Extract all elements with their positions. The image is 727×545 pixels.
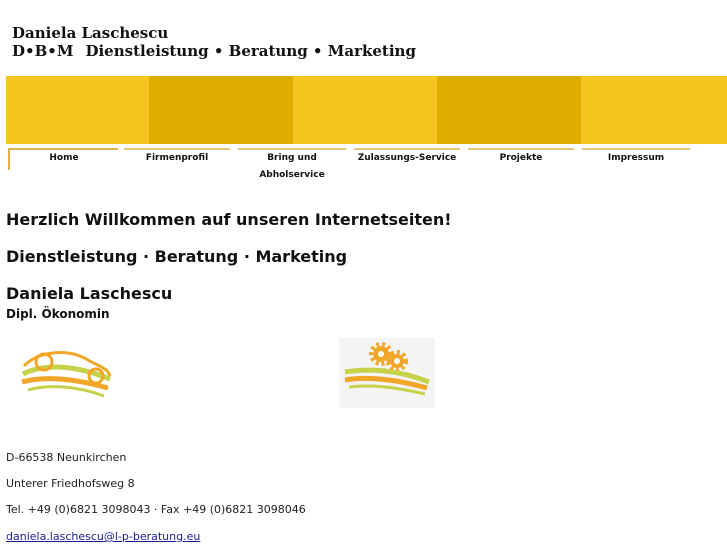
- banner-block: [293, 76, 437, 144]
- welcome-heading: Herzlich Willkommen auf unseren Internet…: [6, 210, 452, 229]
- gears-logo-icon: [339, 338, 435, 408]
- main-nav: Home Firmenprofil Bring und Abholservice…: [6, 148, 727, 180]
- contact-email-link[interactable]: daniela.laschescu@l-p-beratung.eu: [6, 530, 200, 543]
- address-street: Unterer Friedhofsweg 8: [6, 477, 135, 490]
- header-tagline: Dienstleistung • Beratung • Marketing: [85, 42, 416, 60]
- header-banner: [6, 76, 727, 144]
- banner-block: [437, 76, 581, 144]
- header-tagline-line: D•B•M Dienstleistung • Beratung • Marketi…: [12, 42, 416, 60]
- nav-bring-und-abholservice[interactable]: Bring und Abholservice: [238, 148, 346, 180]
- services-heading: Dienstleistung · Beratung · Marketing: [6, 247, 348, 266]
- header-brand: D•B•M: [12, 42, 74, 60]
- site-header: Daniela Laschescu D•B•M Dienstleistung • …: [6, 22, 727, 76]
- nav-zulassungs-service[interactable]: Zulassungs-Service: [354, 148, 460, 170]
- banner-block: [6, 76, 149, 144]
- nav-projekte[interactable]: Projekte: [468, 148, 574, 170]
- nav-firmenprofil[interactable]: Firmenprofil: [124, 148, 230, 170]
- nav-home[interactable]: Home: [8, 148, 118, 170]
- person-name: Daniela Laschescu: [6, 284, 173, 303]
- contact-phone: Tel. +49 (0)6821 3098043 · Fax +49 (0)68…: [6, 503, 306, 516]
- nav-impressum[interactable]: Impressum: [582, 148, 690, 170]
- top-strip: [0, 0, 727, 22]
- header-name: Daniela Laschescu: [12, 24, 169, 42]
- car-logo-icon: [18, 346, 114, 402]
- banner-block: [581, 76, 727, 144]
- address-city: D-66538 Neunkirchen: [6, 451, 127, 464]
- banner-block: [149, 76, 293, 144]
- person-title: Dipl. Ökonomin: [6, 307, 110, 321]
